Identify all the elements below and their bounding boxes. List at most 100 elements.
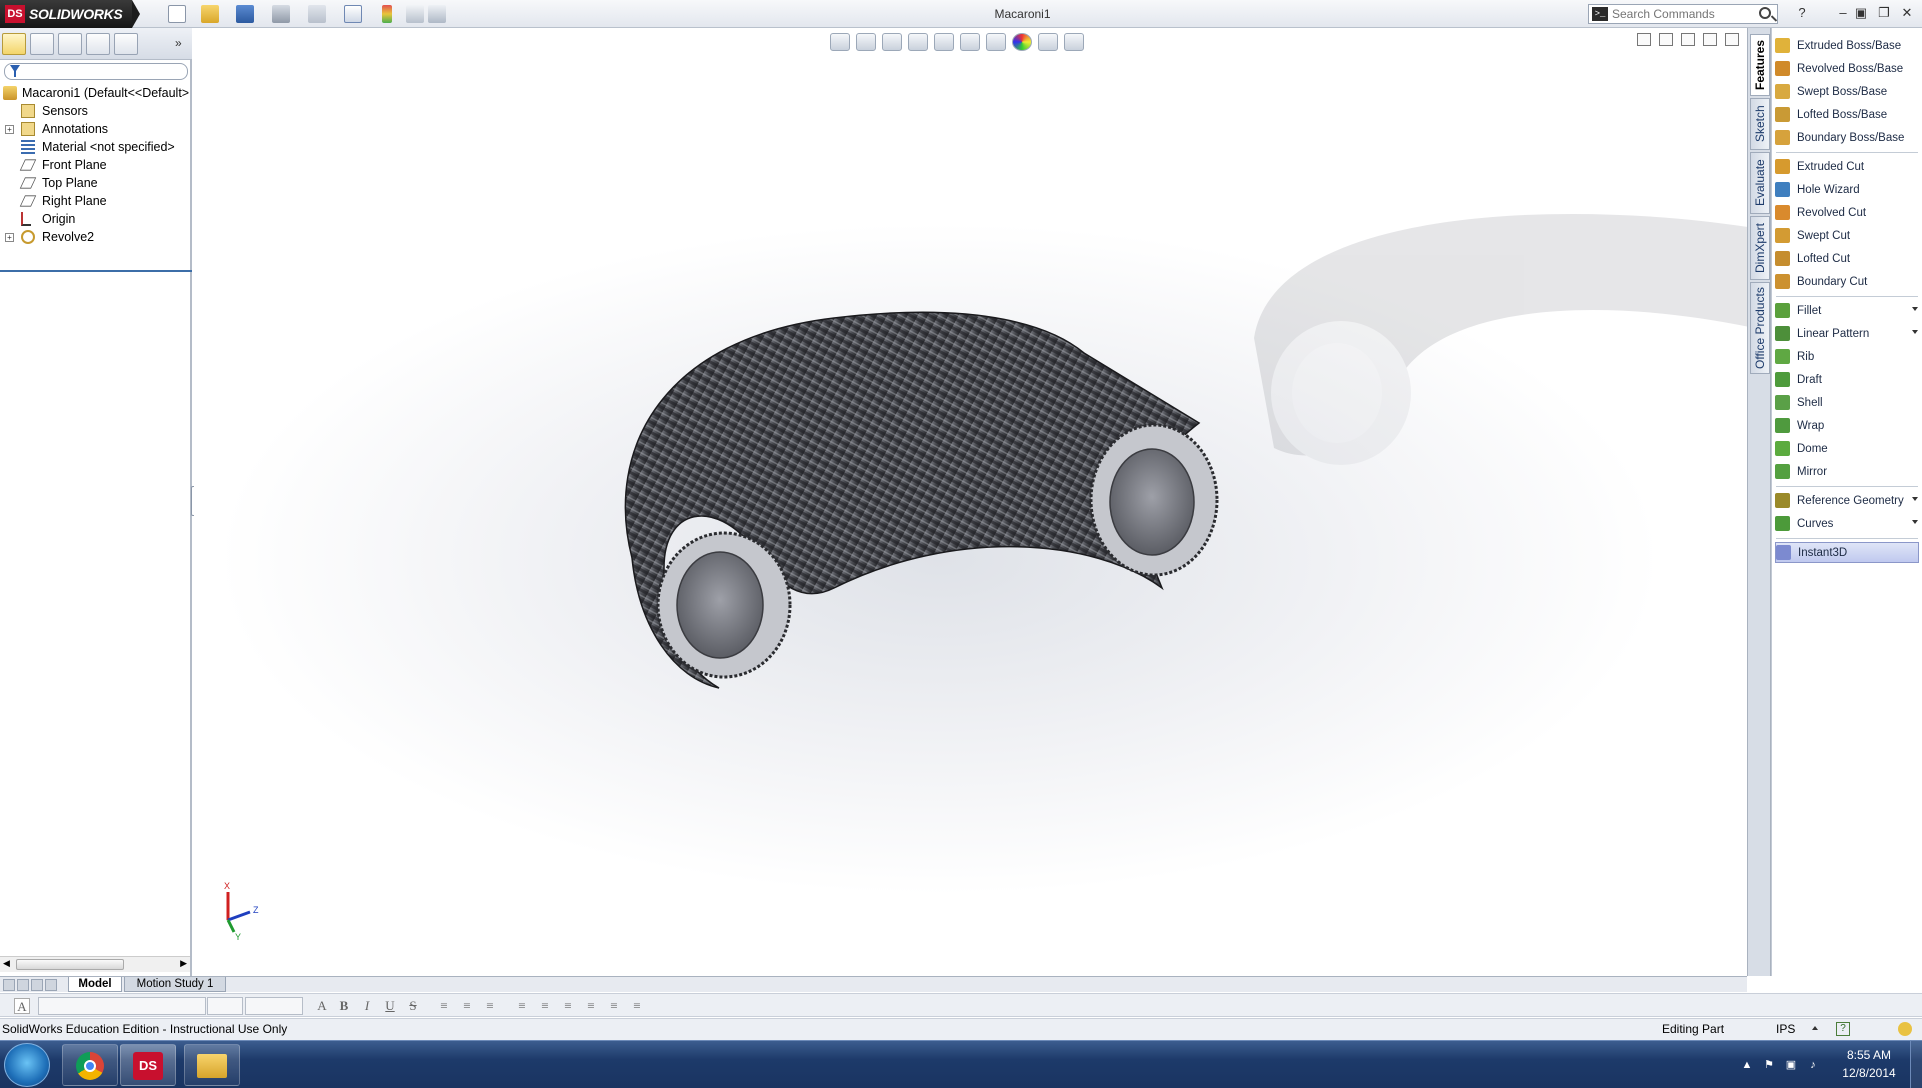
dropdown-arrow-icon[interactable] [1912,307,1918,311]
minimize-icon[interactable]: – [1834,4,1852,22]
unit-menu-arrow-icon[interactable] [1812,1026,1818,1030]
network-icon[interactable]: ▣ [1784,1058,1798,1072]
command-hole-wizard[interactable]: Hole Wizard [1775,179,1919,200]
show-desktop-button[interactable] [1910,1041,1922,1088]
start-button[interactable] [4,1043,50,1087]
show-hidden-icons-icon[interactable]: ▲ [1740,1058,1754,1072]
tile-windows-icon[interactable]: ▣ [1852,4,1870,22]
rebuild-icon[interactable] [382,5,392,23]
close-icon[interactable]: ✕ [1898,4,1916,22]
tree-item-right-plane[interactable]: Right Plane [0,192,190,210]
tree-item-sensors[interactable]: Sensors [0,102,190,120]
tab-office-products[interactable]: Office Products [1750,282,1770,374]
expand-icon[interactable]: + [5,233,14,242]
tab-sketch[interactable]: Sketch [1750,98,1770,150]
scroll-right-icon[interactable]: ▶ [180,958,187,969]
dropdown-arrow-icon[interactable] [1912,330,1918,334]
undo-icon[interactable] [308,5,326,23]
font-select[interactable] [38,997,206,1015]
taskbar-solidworks-icon[interactable]: DS [120,1044,176,1086]
command-lofted-boss-base[interactable]: Lofted Boss/Base [1775,104,1919,125]
scroll-left-icon[interactable]: ◀ [3,958,10,969]
tree-filter-input[interactable] [4,63,188,80]
align-center-icon[interactable]: ≡ [459,998,475,1014]
tab-evaluate[interactable]: Evaluate [1750,152,1770,214]
command-reference-geometry[interactable]: Reference Geometry [1775,490,1919,511]
tree-item-material[interactable]: Material <not specified> [0,138,190,156]
character-spacing-icon[interactable]: ≡ [537,998,553,1014]
indent-icon[interactable]: ≡ [629,998,645,1014]
taskbar-file-explorer-icon[interactable] [184,1044,240,1086]
status-help-icon[interactable]: ? [1836,1022,1850,1036]
unit-system[interactable]: IPS [1776,1019,1795,1039]
volume-icon[interactable]: ♪ [1806,1058,1820,1072]
propertymanager-tab-icon[interactable] [30,33,54,55]
command-curves[interactable]: Curves [1775,513,1919,534]
help-icon[interactable]: ? [1793,4,1811,22]
search-commands-input[interactable] [1612,7,1752,21]
file-properties-icon[interactable] [406,5,424,23]
system-clock[interactable]: 8:55 AM 12/8/2014 [1840,1046,1898,1082]
command-shell[interactable]: Shell [1775,392,1919,413]
tree-item-origin[interactable]: Origin [0,210,190,228]
print-icon[interactable] [272,5,290,23]
font-size-select[interactable] [207,997,243,1015]
font-points-input[interactable] [245,997,303,1015]
tree-root[interactable]: Macaroni1 (Default<<Default> [0,84,190,102]
command-rib[interactable]: Rib [1775,346,1919,367]
bullets-icon[interactable]: ≡ [560,998,576,1014]
tab-dimxpert[interactable]: DimXpert [1750,216,1770,280]
graphics-area[interactable]: X Z Y [194,28,1747,976]
command-extruded-cut[interactable]: Extruded Cut [1775,156,1919,177]
displaymanager-tab-icon[interactable] [114,33,138,55]
tree-item-front-plane[interactable]: Front Plane [0,156,190,174]
bold-button[interactable]: B [336,998,352,1014]
restore-icon[interactable]: ❐ [1875,4,1893,22]
line-spacing-icon[interactable]: ≡ [514,998,530,1014]
scroll-thumb[interactable] [16,959,124,970]
dropdown-arrow-icon[interactable] [1912,497,1918,501]
underline-button[interactable]: U [382,998,398,1014]
tree-item-annotations[interactable]: + Annotations [0,120,190,138]
tree-item-top-plane[interactable]: Top Plane [0,174,190,192]
command-draft[interactable]: Draft [1775,369,1919,390]
command-instant3d[interactable]: Instant3D [1775,542,1919,563]
command-dome[interactable]: Dome [1775,438,1919,459]
solidworks-menu-button[interactable]: DS SOLIDWORKS [0,0,140,28]
tab-features[interactable]: Features [1750,34,1770,96]
tab-motion-study-1[interactable]: Motion Study 1 [124,977,226,992]
save-icon[interactable] [236,5,254,23]
select-pointer-icon[interactable] [344,5,362,23]
command-boundary-cut[interactable]: Boundary Cut [1775,271,1919,292]
options-icon[interactable] [428,5,446,23]
command-fillet[interactable]: Fillet [1775,300,1919,321]
open-folder-icon[interactable] [201,5,219,23]
command-swept-boss-base[interactable]: Swept Boss/Base [1775,81,1919,102]
align-right-icon[interactable]: ≡ [482,998,498,1014]
horizontal-scrollbar[interactable]: ◀ ▶ [0,956,190,972]
strikethrough-button[interactable]: S [405,998,421,1014]
menu-flyout-arrow-icon[interactable] [132,0,140,28]
italic-button[interactable]: I [359,998,375,1014]
expand-panel-icon[interactable]: » [175,36,182,50]
search-icon[interactable] [1759,7,1771,19]
command-mirror[interactable]: Mirror [1775,461,1919,482]
taskbar-chrome-icon[interactable] [62,1044,118,1086]
expand-icon[interactable]: + [5,125,14,134]
action-center-icon[interactable]: ⚑ [1762,1058,1776,1072]
font-color-icon[interactable]: A [314,998,330,1014]
search-commands-box[interactable]: >_ [1588,4,1778,24]
tree-item-revolve2[interactable]: + Revolve2 [0,228,190,246]
text-style-icon[interactable]: A [14,998,30,1014]
command-lofted-cut[interactable]: Lofted Cut [1775,248,1919,269]
command-swept-cut[interactable]: Swept Cut [1775,225,1919,246]
featuremanager-tab-icon[interactable] [2,33,26,55]
numbering-icon[interactable]: ≡ [583,998,599,1014]
tab-scroll-buttons[interactable] [3,979,65,991]
command-revolved-boss-base[interactable]: Revolved Boss/Base [1775,58,1919,79]
configurationmanager-tab-icon[interactable] [58,33,82,55]
tab-model[interactable]: Model [68,977,122,992]
command-linear-pattern[interactable]: Linear Pattern [1775,323,1919,344]
command-extruded-boss-base[interactable]: Extruded Boss/Base [1775,35,1919,56]
align-left-icon[interactable]: ≡ [436,998,452,1014]
